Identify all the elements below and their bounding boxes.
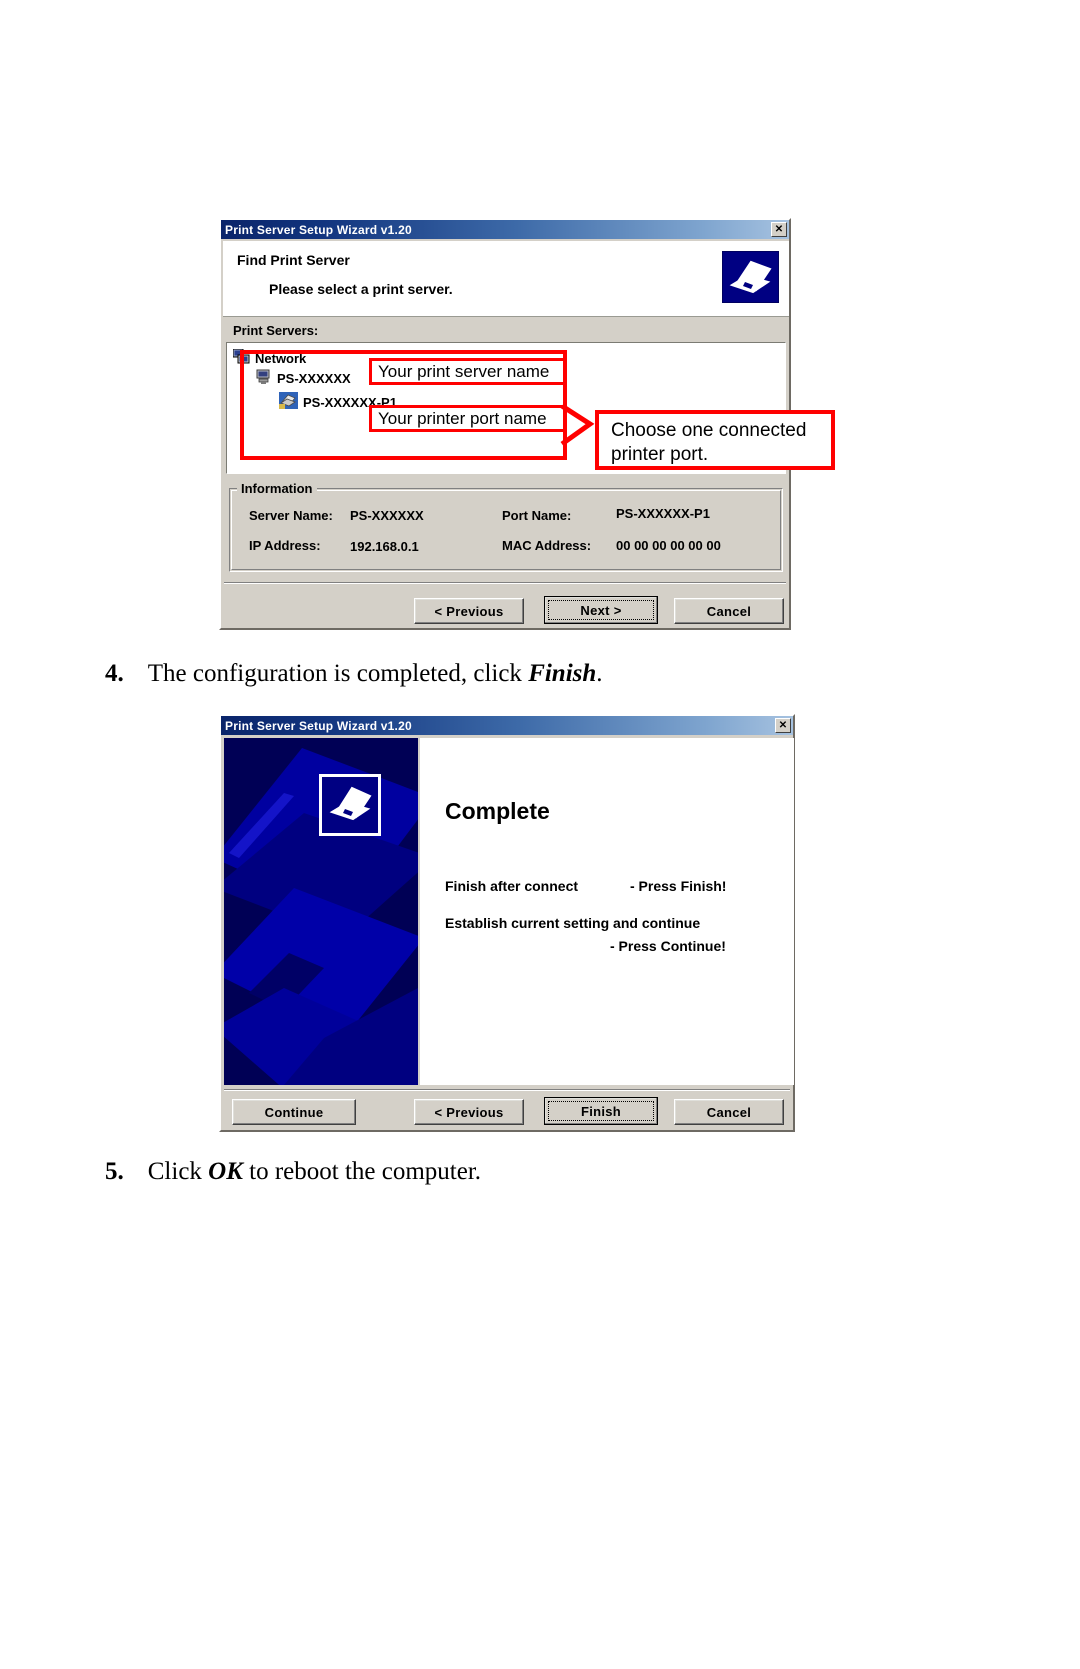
step-4-number: 4. xyxy=(105,660,124,687)
close-icon[interactable]: ✕ xyxy=(771,222,787,237)
cancel-button[interactable]: Cancel xyxy=(674,1099,784,1125)
complete-line-1-right: - Press Finish! xyxy=(630,878,727,894)
previous-button-label: < Previous xyxy=(434,1104,504,1120)
splash-graphic xyxy=(224,738,418,1085)
ip-address-label: IP Address: xyxy=(249,538,321,553)
annotation-choose-port-line2: printer port. xyxy=(611,443,709,465)
server-name-value: PS-XXXXXX xyxy=(350,508,424,523)
previous-button[interactable]: < Previous xyxy=(414,598,524,624)
annotation-print-server-name-text: Your print server name xyxy=(378,361,550,381)
page-title: Find Print Server xyxy=(237,252,350,268)
step-4-emphasis: Finish xyxy=(528,660,597,687)
dialog-title-bar[interactable]: Print Server Setup Wizard v1.20 ✕ xyxy=(221,220,789,239)
complete-content-panel: Complete Finish after connect - Press Fi… xyxy=(420,738,794,1085)
dialog-title: Print Server Setup Wizard v1.20 xyxy=(225,718,412,733)
step-5-text-after: to reboot the computer. xyxy=(242,1158,482,1185)
complete-dialog: Print Server Setup Wizard v1.20 ✕ Comple… xyxy=(219,714,795,1132)
complete-line-2-right: - Press Continue! xyxy=(610,938,726,954)
annotation-connector-line xyxy=(560,403,595,447)
finish-button[interactable]: Finish xyxy=(544,1097,658,1125)
previous-button-label: < Previous xyxy=(434,603,504,619)
finish-button-label: Finish xyxy=(580,1103,622,1119)
group-inner-bevel xyxy=(231,490,781,570)
continue-button[interactable]: Continue xyxy=(232,1099,356,1125)
step-5-text-before: Click xyxy=(147,1158,209,1185)
step-5-emphasis: OK xyxy=(208,1158,243,1185)
mac-address-label: MAC Address: xyxy=(502,538,592,553)
previous-button[interactable]: < Previous xyxy=(414,1099,524,1125)
printer-icon xyxy=(319,774,381,836)
step-4-text-after: . xyxy=(596,660,603,687)
dialog-title-bar[interactable]: Print Server Setup Wizard v1.20 ✕ xyxy=(221,716,793,735)
page-subtitle: Please select a print server. xyxy=(269,281,453,297)
annotation-printer-port-name: Your printer port name xyxy=(369,405,566,432)
mac-address-value: 00 00 00 00 00 00 xyxy=(616,538,721,553)
cancel-button-label: Cancel xyxy=(706,1104,752,1120)
next-button-label: Next > xyxy=(580,602,622,618)
button-strip-divider xyxy=(224,582,786,584)
dialog-header-band: Find Print Server Please select a print … xyxy=(223,241,789,317)
annotation-print-server-name: Your print server name xyxy=(369,358,566,385)
continue-button-label: Continue xyxy=(264,1104,324,1120)
information-group xyxy=(229,488,783,572)
cancel-button-label: Cancel xyxy=(706,603,752,619)
cancel-button[interactable]: Cancel xyxy=(674,598,784,624)
information-legend: Information xyxy=(237,481,317,496)
annotation-choose-port-line1: Choose one connected xyxy=(611,420,807,441)
annotation-choose-port-callout: Choose one connected printer port. xyxy=(595,410,835,470)
close-icon[interactable]: ✕ xyxy=(775,718,791,733)
printer-icon xyxy=(722,251,779,303)
step-4-text-before: The configuration is completed, click xyxy=(147,660,529,687)
dialog-title: Print Server Setup Wizard v1.20 xyxy=(225,222,412,237)
step-5: 5. Click OK to reboot the computer. xyxy=(105,1158,481,1186)
step-4: 4. The configuration is completed, click … xyxy=(105,660,603,688)
annotation-printer-port-name-text: Your printer port name xyxy=(378,408,547,428)
step-5-number: 5. xyxy=(105,1158,124,1185)
port-name-label: Port Name: xyxy=(502,508,572,523)
button-strip-divider xyxy=(224,1089,790,1091)
complete-line-1-left: Finish after connect xyxy=(445,878,579,894)
ip-address-value: 192.168.0.1 xyxy=(350,539,419,554)
print-servers-label: Print Servers: xyxy=(233,323,319,338)
complete-line-2-left: Establish current setting and continue xyxy=(445,915,701,931)
complete-heading: Complete xyxy=(445,798,550,824)
server-name-label: Server Name: xyxy=(249,508,333,523)
next-button[interactable]: Next > xyxy=(544,596,658,624)
port-name-value: PS-XXXXXX-P1 xyxy=(616,506,710,521)
